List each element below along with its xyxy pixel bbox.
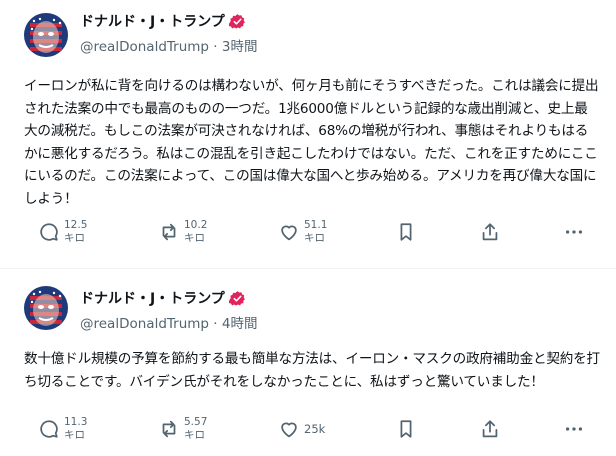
- action-bar: 12.5 キロ 10.2 キロ 51.1 キロ: [0, 212, 616, 252]
- post-time[interactable]: 4時間: [222, 316, 258, 332]
- like-count: 51.1 キロ: [304, 219, 328, 244]
- reply-button[interactable]: 12.5 キロ: [38, 212, 87, 252]
- bookmark-button[interactable]: [395, 212, 417, 252]
- author-handle[interactable]: @realDonaldTrump: [80, 39, 209, 55]
- bookmark-icon: [400, 223, 412, 241]
- bookmark-button[interactable]: [395, 409, 417, 449]
- reply-count: 11.3 キロ: [64, 416, 88, 441]
- reply-icon: [40, 420, 58, 438]
- repost-count: 10.2 キロ: [184, 219, 208, 244]
- bookmark-icon: [400, 420, 412, 438]
- post[interactable]: ドナルド・J・トランプ @realDonaldTrump · 4時間 数十億ドル…: [0, 268, 616, 456]
- share-icon: [482, 223, 498, 241]
- author-handle[interactable]: @realDonaldTrump: [80, 316, 209, 332]
- repost-button[interactable]: 5.57 キロ: [158, 409, 207, 449]
- verified-badge-icon: [228, 13, 245, 29]
- avatar-image: [24, 13, 68, 57]
- post-body: 数十億ドル規模の予算を節約する最も簡単な方法は、イーロン・マスクの政府補助金と契…: [24, 351, 600, 390]
- share-button[interactable]: [479, 212, 501, 252]
- author-name[interactable]: ドナルド・J・トランプ: [80, 288, 225, 308]
- more-button[interactable]: [563, 409, 585, 449]
- avatar[interactable]: [24, 286, 68, 330]
- repost-icon: [162, 420, 176, 438]
- post-body: イーロンが私に背を向けるのは構わないが、何ヶ月も前にそうすべきだった。これは議会…: [24, 78, 599, 207]
- more-icon: [565, 427, 583, 431]
- action-bar: 11.3 キロ 5.57 キロ 25k: [0, 409, 616, 449]
- post[interactable]: ドナルド・J・トランプ @realDonaldTrump · 3時間 イーロンが…: [0, 0, 616, 268]
- handle-time-row: @realDonaldTrump · 3時間: [80, 38, 257, 56]
- author-row: ドナルド・J・トランプ: [80, 11, 246, 31]
- more-button[interactable]: [563, 212, 585, 252]
- share-icon: [482, 420, 498, 438]
- post-time[interactable]: 3時間: [222, 39, 258, 55]
- like-icon: [281, 225, 297, 241]
- author-name[interactable]: ドナルド・J・トランプ: [80, 11, 225, 31]
- verified-badge-icon: [228, 290, 245, 306]
- separator: ·: [213, 316, 218, 332]
- avatar[interactable]: [24, 13, 68, 57]
- handle-time-row: @realDonaldTrump · 4時間: [80, 315, 257, 333]
- separator: ·: [213, 39, 218, 55]
- reply-icon: [40, 223, 58, 241]
- repost-button[interactable]: 10.2 キロ: [158, 212, 207, 252]
- like-button[interactable]: 51.1 キロ: [278, 212, 327, 252]
- share-button[interactable]: [479, 409, 501, 449]
- reply-button[interactable]: 11.3 キロ: [38, 409, 87, 449]
- reply-count: 12.5 キロ: [64, 219, 88, 244]
- like-icon: [281, 422, 297, 438]
- repost-icon: [162, 223, 176, 241]
- like-count: 25k: [304, 422, 326, 436]
- avatar-image: [24, 286, 68, 330]
- more-icon: [565, 230, 583, 234]
- author-row: ドナルド・J・トランプ: [80, 288, 246, 308]
- like-button[interactable]: 25k: [278, 409, 325, 449]
- repost-count: 5.57 キロ: [184, 416, 208, 441]
